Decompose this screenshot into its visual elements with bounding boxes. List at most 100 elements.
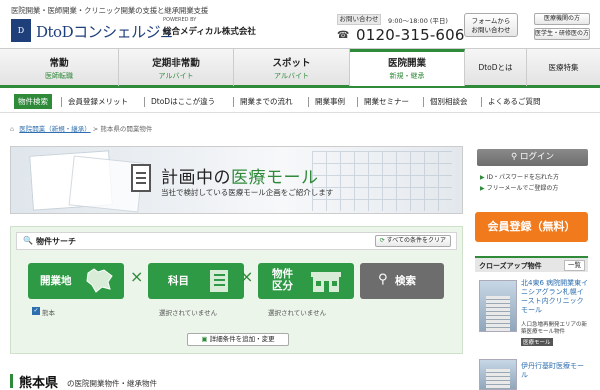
nav-fulltime[interactable]: 常勤 医師転職 xyxy=(0,49,119,86)
powered-by-label: POWERED BY xyxy=(163,17,197,23)
property-type-status: 選択されていません xyxy=(268,309,327,317)
nav-spot[interactable]: スポット アルバイト xyxy=(234,49,350,86)
reset-icon: ⟳ xyxy=(379,237,385,244)
nav-clinic-opening[interactable]: 医院開業 新規・継承 xyxy=(350,49,465,86)
subnav-cases[interactable]: 開業事例 xyxy=(315,96,345,107)
banner-title: 計画中の医療モール xyxy=(161,163,319,188)
nav-parttime-title: 定期非常勤 xyxy=(152,58,200,69)
location-checkbox[interactable]: ✓ xyxy=(32,307,40,315)
student-link-button[interactable]: 医学生・研修医の方 xyxy=(534,28,590,40)
section-subtitle: の医院開業物件・継承物件 xyxy=(67,379,157,388)
add-condition-button[interactable]: ▣ 詳細条件を追加・変更 xyxy=(187,333,289,346)
document-icon xyxy=(131,164,151,192)
key-icon: ⚲ xyxy=(511,152,518,162)
section-title: 熊本県 xyxy=(19,376,59,390)
subnav-divider xyxy=(423,97,424,107)
free-mail-label: フリーメールでご登録の方 xyxy=(486,185,559,192)
plus-icon: ▣ xyxy=(201,335,208,343)
main-nav: 常勤 医師転職 定期非常勤 アルバイト スポット アルバイト 医院開業 新規・継… xyxy=(0,48,600,88)
free-dial-icon: ☎ xyxy=(337,30,350,41)
nav-about-dtod[interactable]: DtoDとは xyxy=(465,49,527,86)
clear-conditions-label: すべての条件をクリア xyxy=(386,237,446,244)
pickup-title[interactable]: 北4東6 病院開業東イニシアグラン札幌イースト内クリニックモール xyxy=(521,279,589,315)
logo-text[interactable]: DtoDコンシェルジュ xyxy=(36,21,174,42)
section-heading: 熊本県 の医院開業物件・継承物件 xyxy=(10,372,463,390)
times-symbol: × xyxy=(240,267,254,286)
business-hours: 9:00～18:00 (平日) xyxy=(388,17,448,25)
building-icon xyxy=(311,272,341,292)
forgot-password-label: ID・パスワードを忘れた方 xyxy=(486,174,560,181)
heading-accent-bar xyxy=(10,374,13,388)
company-name: 総合メディカル株式会社 xyxy=(163,27,256,37)
home-icon[interactable]: ⌂ xyxy=(10,125,14,133)
subnav-divider xyxy=(144,97,145,107)
closeup-list-button[interactable]: 一覧 xyxy=(564,260,585,271)
phone-number[interactable]: 0120-315-606 xyxy=(356,26,465,44)
nav-fulltime-title: 常勤 xyxy=(49,58,69,69)
banner-title-accent: 医療モール xyxy=(231,168,319,188)
property-type-tile[interactable]: 物件区分 xyxy=(258,263,354,299)
location-selected: 熊本 xyxy=(42,309,55,317)
search-label: 物件サーチ xyxy=(36,237,76,246)
location-tile[interactable]: 開業地 xyxy=(28,263,124,299)
property-type-label: 物件区分 xyxy=(272,268,293,292)
arrow-icon: ▶ xyxy=(480,174,485,181)
search-button-label: 検索 xyxy=(395,275,416,287)
logo-mark[interactable]: D xyxy=(11,19,31,42)
nav-spot-sub: アルバイト xyxy=(274,72,309,80)
subject-tile[interactable]: 科目 xyxy=(148,263,244,299)
hokkaido-map-icon xyxy=(86,268,113,293)
pickup-title[interactable]: 伊丹行基町医療モール xyxy=(521,362,589,380)
location-label: 開業地 xyxy=(40,275,72,287)
subnav-divider xyxy=(481,97,482,107)
login-button[interactable]: ⚲ ログイン xyxy=(477,149,588,166)
clear-conditions-button[interactable]: ⟳ すべての条件をクリア xyxy=(374,235,451,247)
breadcrumb-clinic-link[interactable]: 医院開業（新規・継承） xyxy=(19,125,91,133)
subnav-property-search[interactable]: 物件検索 xyxy=(14,94,52,109)
search-button-icon: ⚲ xyxy=(378,272,388,287)
subnav-divider xyxy=(357,97,358,107)
add-condition-label: 詳細条件を追加・変更 xyxy=(209,335,275,343)
subject-label: 科目 xyxy=(168,275,189,287)
nav-clinic-title: 医院開業 xyxy=(387,58,426,69)
subnav-seminar[interactable]: 開業セミナー xyxy=(364,96,409,107)
pickup-badge: 医療モール xyxy=(521,338,553,346)
breadcrumb-current: 熊本県の開業物件 xyxy=(100,125,153,133)
search-button[interactable]: ⚲ 検索 xyxy=(360,263,444,299)
subnav-difference[interactable]: DtoDはここが違う xyxy=(151,96,215,107)
subnav-divider xyxy=(61,97,62,107)
hospital-link-button[interactable]: 医療機関の方 xyxy=(534,13,590,25)
free-mail-link[interactable]: ▶ フリーメールでご登録の方 xyxy=(480,183,558,192)
forgot-password-link[interactable]: ▶ ID・パスワードを忘れた方 xyxy=(480,172,559,181)
closeup-label: クローズアップ物件 xyxy=(479,262,542,270)
contact-form-button[interactable]: フォームから お問い合わせ xyxy=(464,13,518,37)
property-search-panel: 🔍 物件サーチ ⟳ すべての条件をクリア 開業地 × 科目 × 物件区分 ⚲ 検… xyxy=(10,226,463,354)
contact-form-line2: お問い合わせ xyxy=(471,26,511,34)
closeup-header: クローズアップ物件 一覧 xyxy=(475,256,588,272)
subnav-consultation[interactable]: 個別相談会 xyxy=(430,96,468,107)
nav-parttime[interactable]: 定期非常勤 アルバイト xyxy=(119,49,234,86)
subject-status: 選択されていません xyxy=(159,309,218,317)
pickup-image[interactable] xyxy=(479,359,517,390)
register-button[interactable]: 会員登録（無料） xyxy=(475,212,588,242)
nav-medical-feature[interactable]: 医療特集 xyxy=(527,49,600,86)
subnav-flow[interactable]: 開業までの流れ xyxy=(240,96,293,107)
contact-form-line1: フォームから xyxy=(471,17,511,25)
times-symbol: × xyxy=(130,267,144,286)
book-icon xyxy=(210,270,228,292)
nav-parttime-sub: アルバイト xyxy=(158,72,194,80)
subnav-faq[interactable]: よくあるご質問 xyxy=(488,96,541,107)
floor-plan-graphic xyxy=(312,151,452,211)
nav-spot-title: スポット xyxy=(272,58,311,69)
pickup-image[interactable] xyxy=(479,280,517,332)
nav-fulltime-sub: 医師転職 xyxy=(45,72,73,80)
breadcrumb: ⌂ 医院開業（新規・継承） > 熊本県の開業物件 xyxy=(10,123,152,133)
site-header: 医院開業・医師開業・クリニック開業の支援と継承開業支援 D DtoDコンシェルジ… xyxy=(0,0,600,48)
search-header: 🔍 物件サーチ ⟳ すべての条件をクリア xyxy=(16,232,457,250)
medical-mall-banner[interactable]: 計画中の医療モール 当社で検討している医療モール企画をご紹介します xyxy=(10,146,463,214)
nav-clinic-sub: 新規・継承 xyxy=(389,72,425,80)
banner-title-prefix: 計画中の xyxy=(161,168,231,188)
site-tagline: 医院開業・医師開業・クリニック開業の支援と継承開業支援 xyxy=(11,6,209,15)
login-label: ログイン xyxy=(519,152,554,162)
subnav-member-merit[interactable]: 会員登録メリット xyxy=(68,96,128,107)
